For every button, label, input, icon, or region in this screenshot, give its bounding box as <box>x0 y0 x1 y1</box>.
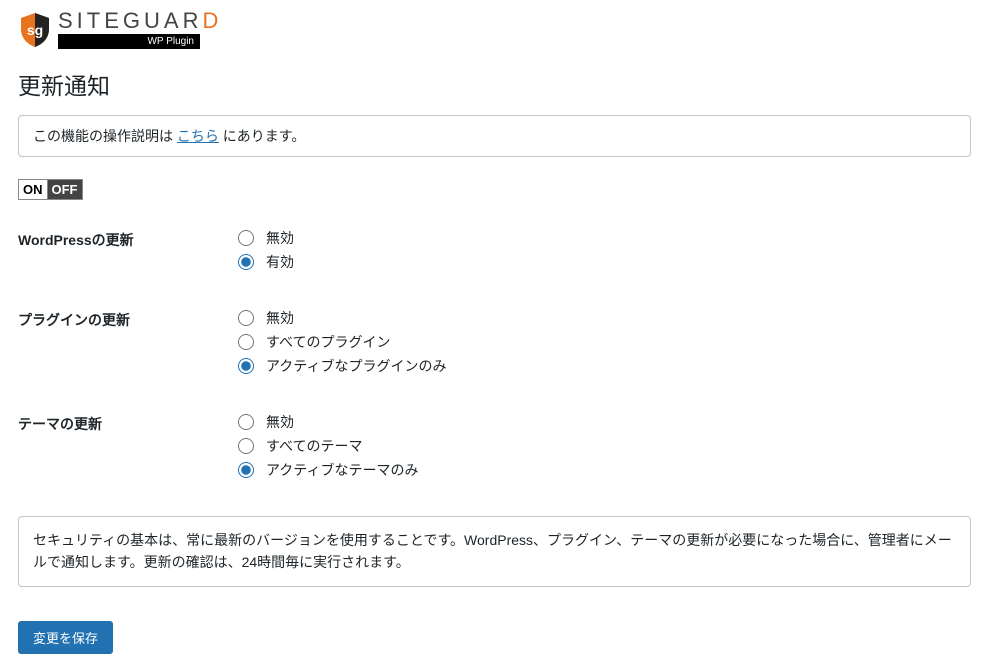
radio-option[interactable]: 無効 <box>238 412 418 432</box>
toggle-on[interactable]: ON <box>18 179 47 200</box>
radio-option[interactable]: すべてのテーマ <box>238 436 418 456</box>
radio-label[interactable]: すべてのテーマ <box>266 436 362 456</box>
notice-prefix: この機能の操作説明は <box>33 128 177 144</box>
wp-update-label: WordPressの更新 <box>18 228 238 250</box>
plugin-logo: sg SITEGUARD WP Plugin <box>18 10 971 49</box>
radio-input[interactable] <box>238 414 254 430</box>
radio-input[interactable] <box>238 230 254 246</box>
plugin-update-options: 無効すべてのプラグインアクティブなプラグインのみ <box>238 308 446 380</box>
theme-update-row: テーマの更新 無効すべてのテーマアクティブなテーマのみ <box>18 412 971 484</box>
radio-label[interactable]: 無効 <box>266 412 294 432</box>
shield-icon: sg <box>18 11 52 49</box>
theme-update-label: テーマの更新 <box>18 412 238 434</box>
help-link[interactable]: こちら <box>177 128 219 144</box>
feature-description: セキュリティの基本は、常に最新のバージョンを使用することです。WordPress… <box>18 516 971 587</box>
radio-option[interactable]: アクティブなプラグインのみ <box>238 356 446 376</box>
radio-input[interactable] <box>238 358 254 374</box>
radio-label[interactable]: 無効 <box>266 308 294 328</box>
radio-input[interactable] <box>238 438 254 454</box>
radio-input[interactable] <box>238 334 254 350</box>
theme-update-options: 無効すべてのテーマアクティブなテーマのみ <box>238 412 418 484</box>
radio-label[interactable]: アクティブなテーマのみ <box>266 460 418 480</box>
radio-option[interactable]: 無効 <box>238 228 294 248</box>
radio-label[interactable]: アクティブなプラグインのみ <box>266 356 446 376</box>
feature-toggle[interactable]: ONOFF <box>18 179 971 200</box>
radio-input[interactable] <box>238 310 254 326</box>
wp-update-row: WordPressの更新 無効有効 <box>18 228 971 276</box>
radio-label[interactable]: 無効 <box>266 228 294 248</box>
notice-suffix: にあります。 <box>219 128 306 144</box>
plugin-update-label: プラグインの更新 <box>18 308 238 330</box>
svg-text:sg: sg <box>27 22 43 38</box>
brand-sub: WP Plugin <box>58 34 200 49</box>
help-notice: この機能の操作説明は こちら にあります。 <box>18 115 971 157</box>
radio-input[interactable] <box>238 254 254 270</box>
save-button[interactable]: 変更を保存 <box>18 621 113 654</box>
radio-option[interactable]: すべてのプラグイン <box>238 332 446 352</box>
radio-option[interactable]: 有効 <box>238 252 294 272</box>
radio-option[interactable]: アクティブなテーマのみ <box>238 460 418 480</box>
toggle-off[interactable]: OFF <box>47 179 83 200</box>
brand-name: SITEGUARD <box>58 10 222 32</box>
page-title: 更新通知 <box>18 67 971 101</box>
radio-label[interactable]: 有効 <box>266 252 294 272</box>
radio-option[interactable]: 無効 <box>238 308 446 328</box>
plugin-update-row: プラグインの更新 無効すべてのプラグインアクティブなプラグインのみ <box>18 308 971 380</box>
radio-label[interactable]: すべてのプラグイン <box>266 332 390 352</box>
wp-update-options: 無効有効 <box>238 228 294 276</box>
radio-input[interactable] <box>238 462 254 478</box>
